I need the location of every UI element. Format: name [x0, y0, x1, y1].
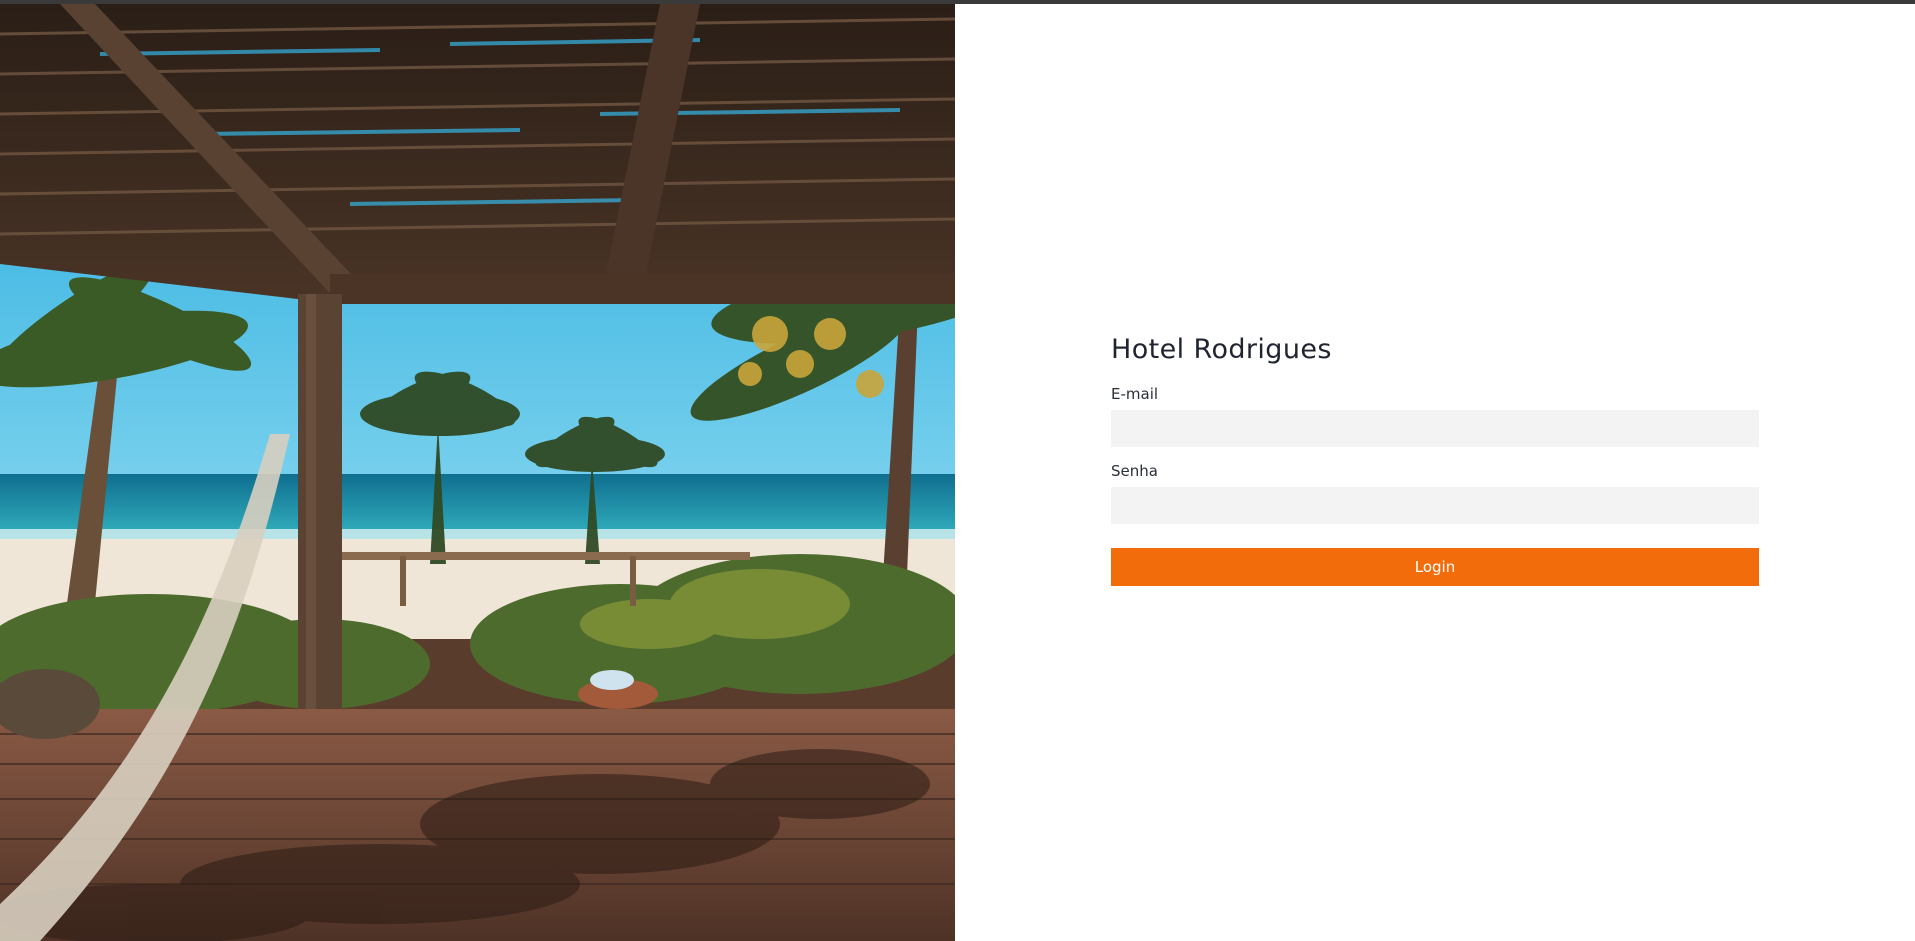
login-page: Hotel Rodrigues E-mail Senha Login [0, 0, 1915, 941]
password-field[interactable] [1111, 487, 1759, 524]
beach-photo-image [0, 4, 955, 941]
password-label: Senha [1111, 462, 1158, 480]
login-panel: Hotel Rodrigues E-mail Senha Login [955, 4, 1915, 941]
top-border [0, 0, 1915, 4]
hotel-title: Hotel Rodrigues [1111, 334, 1332, 365]
hero-image-panel [0, 4, 955, 941]
email-field[interactable] [1111, 410, 1759, 447]
email-label: E-mail [1111, 385, 1159, 403]
login-form: Hotel Rodrigues E-mail Senha Login [1111, 330, 1759, 586]
login-button[interactable]: Login [1111, 548, 1759, 586]
